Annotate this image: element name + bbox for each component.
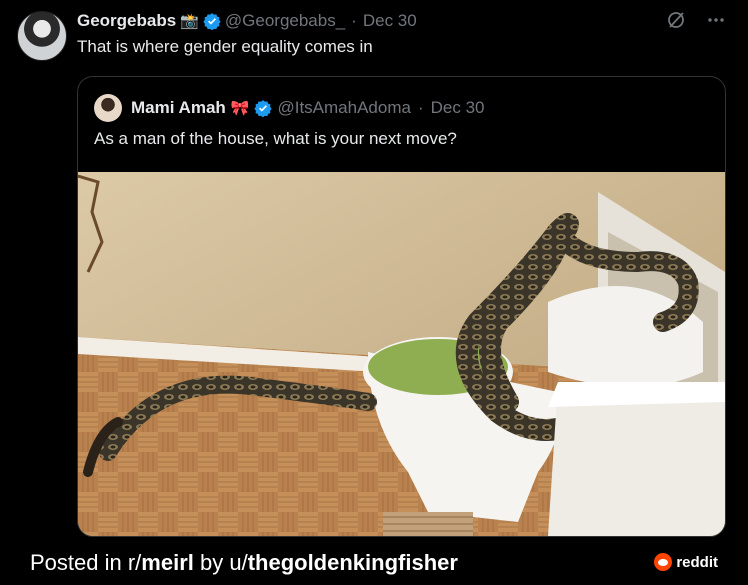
tweet-actions <box>666 10 726 30</box>
tweet-date[interactable]: Dec 30 <box>363 11 417 31</box>
quoted-tweet-text: As a man of the house, what is your next… <box>94 129 457 148</box>
author-avatar[interactable] <box>17 11 67 61</box>
separator-dot: · <box>351 11 357 30</box>
reddit-logo-icon <box>654 553 673 571</box>
quoted-header: Mami Amah 🎀 @ItsAmahAdoma · Dec 30 <box>94 94 485 122</box>
snake-toilet-image <box>78 172 725 536</box>
quoted-tweet-date[interactable]: Dec 30 <box>431 98 485 118</box>
tweet-header: Georgebabs 📸 @Georgebabs_ · Dec 30 <box>77 9 417 33</box>
camera-emoji: 📸 <box>180 13 199 30</box>
more-icon[interactable] <box>706 10 726 30</box>
reddit-brand[interactable]: reddit <box>654 553 718 571</box>
quoted-author-avatar[interactable] <box>94 94 122 122</box>
username-link[interactable]: thegoldenkingfisher <box>248 550 458 575</box>
grok-icon[interactable] <box>666 10 686 30</box>
ribbon-emoji: 🎀 <box>230 100 250 117</box>
verified-badge-icon <box>254 100 273 117</box>
quoted-author-handle[interactable]: @ItsAmahAdoma <box>277 98 410 118</box>
quoted-author-name[interactable]: Mami Amah <box>131 98 226 118</box>
subreddit-link[interactable]: meirl <box>141 550 194 575</box>
separator-dot: · <box>417 98 424 117</box>
author-handle[interactable]: @Georgebabs_ <box>225 11 345 31</box>
author-name[interactable]: Georgebabs <box>77 11 176 31</box>
tweet-photo[interactable] <box>78 172 725 536</box>
quoted-tweet[interactable]: Mami Amah 🎀 @ItsAmahAdoma · Dec 30 As a … <box>77 76 726 537</box>
reddit-wordmark: reddit <box>676 553 718 571</box>
verified-badge-icon <box>203 13 221 30</box>
repost-footer: Posted in r/meirl by u/thegoldenkingfish… <box>0 541 748 585</box>
tweet-card[interactable]: Georgebabs 📸 @Georgebabs_ · Dec 30 That … <box>0 0 748 541</box>
posted-in-caption: Posted in r/meirl by u/thegoldenkingfish… <box>30 550 458 576</box>
by-user-prefix: by u/ <box>193 550 248 575</box>
posted-in-prefix: Posted in r/ <box>30 550 142 575</box>
tweet-text: That is where gender equality comes in <box>77 37 373 56</box>
